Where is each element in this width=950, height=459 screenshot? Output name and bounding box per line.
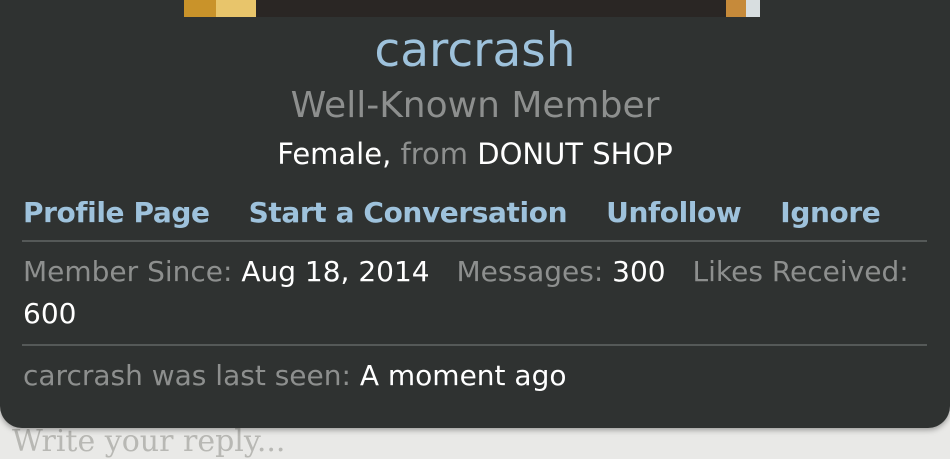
start-conversation-link[interactable]: Start a Conversation bbox=[249, 196, 568, 229]
member-tooltip-card: carcrash Well-Known Member Female, from … bbox=[0, 0, 950, 428]
reply-editor-placeholder: Write your reply... bbox=[12, 424, 286, 459]
profile-page-link[interactable]: Profile Page bbox=[23, 196, 210, 229]
last-seen-label: carcrash was last seen: bbox=[23, 359, 351, 392]
avatar[interactable] bbox=[184, 0, 760, 17]
likes-received-value: 600 bbox=[23, 297, 77, 330]
member-user-title: Well-Known Member bbox=[290, 85, 660, 126]
divider bbox=[22, 240, 927, 242]
divider bbox=[22, 344, 927, 346]
messages-value: 300 bbox=[612, 255, 666, 288]
last-seen-value: A moment ago bbox=[359, 359, 567, 392]
member-gender: Female, bbox=[277, 137, 392, 171]
member-username[interactable]: carcrash bbox=[0, 22, 950, 80]
ignore-link[interactable]: Ignore bbox=[780, 196, 880, 229]
member-since-value: Aug 18, 2014 bbox=[241, 255, 430, 288]
member-since-label: Member Since: bbox=[23, 255, 233, 288]
unfollow-link[interactable]: Unfollow bbox=[606, 196, 742, 229]
last-seen: carcrash was last seen: A moment ago bbox=[23, 356, 923, 396]
member-actions: Profile Page Start a Conversation Unfoll… bbox=[23, 190, 919, 234]
messages-label: Messages: bbox=[456, 255, 604, 288]
member-location: DONUT SHOP bbox=[477, 137, 673, 171]
likes-received-label: Likes Received: bbox=[692, 255, 909, 288]
from-label: from bbox=[400, 137, 469, 171]
member-stats: Member Since: Aug 18, 2014 Messages: 300… bbox=[23, 251, 923, 335]
member-blurb: Female, from DONUT SHOP bbox=[0, 136, 950, 172]
